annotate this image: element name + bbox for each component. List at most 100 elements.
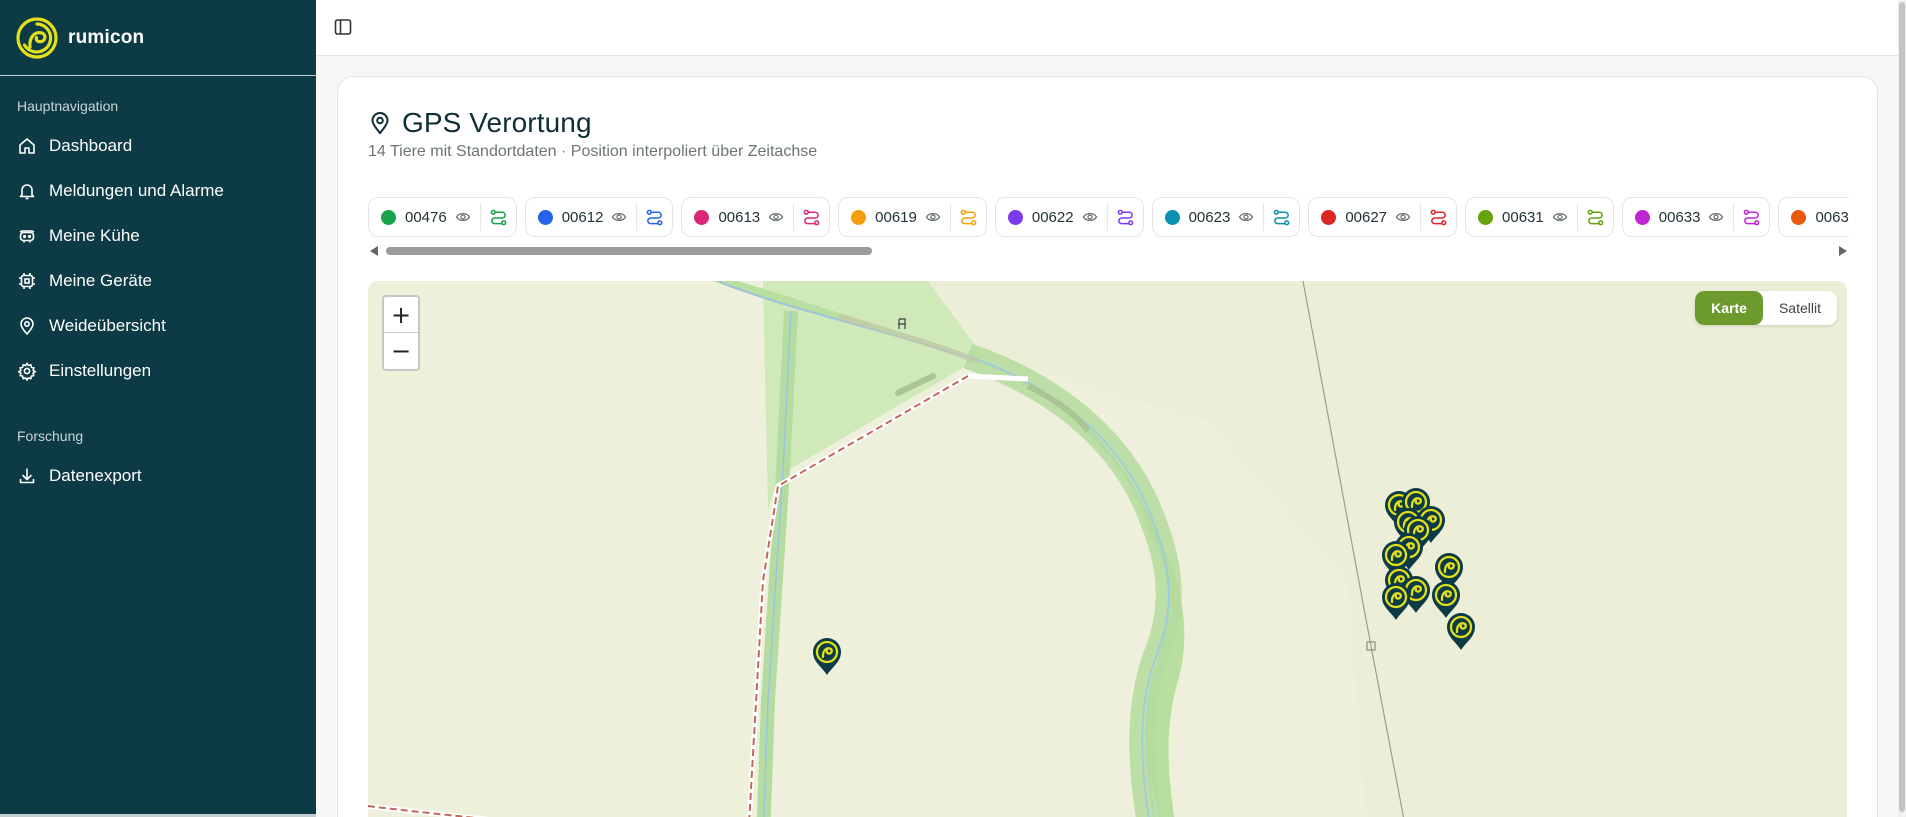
route-icon (1587, 209, 1604, 225)
animal-id-label: 00638 (1815, 208, 1849, 226)
top-bar (316, 0, 1898, 56)
map-tiles: Dahl (368, 281, 1847, 817)
animal-chip[interactable]: 00622 (994, 197, 1144, 237)
animal-chip[interactable]: 00631 (1465, 197, 1614, 237)
nav-item-label: Weideübersicht (49, 315, 166, 335)
map-pin-icon (17, 316, 37, 336)
animal-chip[interactable]: 00633 (1621, 197, 1771, 237)
gps-map[interactable]: Dahl + − Karte Satellit (368, 281, 1847, 817)
nav-item-dashboard[interactable]: Dashboard (0, 123, 316, 168)
scroll-right-arrow[interactable] (1839, 246, 1847, 256)
animal-id-label: 00613 (718, 208, 761, 226)
animal-chip[interactable]: 00476 (368, 197, 517, 237)
route-toggle-button[interactable] (637, 197, 672, 237)
card-header: GPS Verortung 14 Tiere mit Standortdaten… (368, 107, 817, 161)
route-icon (803, 209, 820, 225)
gps-card: GPS Verortung 14 Tiere mit Standortdaten… (337, 76, 1878, 817)
animal-chip[interactable]: 00627 (1308, 197, 1458, 237)
location-pin-icon (371, 112, 389, 135)
marker-pin-icon (1447, 613, 1475, 650)
nav-item-label: Meldungen und Alarme (49, 180, 224, 200)
animal-color-dot (1634, 209, 1650, 225)
animal-color-dot (381, 209, 396, 225)
sidebar-toggle-icon[interactable] (333, 17, 353, 37)
nav-item-label: Dashboard (49, 135, 133, 155)
page-title: GPS Verortung (402, 107, 592, 138)
animal-location-marker[interactable] (811, 636, 843, 676)
nav-item-label: Meine Kühe (49, 225, 140, 245)
animal-color-dot (537, 209, 553, 225)
eye-icon[interactable] (1238, 209, 1254, 225)
nav-item-label: Datenexport (49, 465, 142, 485)
eye-icon[interactable] (1552, 209, 1568, 225)
eye-icon[interactable] (768, 209, 784, 225)
route-toggle-button[interactable] (1734, 197, 1769, 237)
nav-item-data-export[interactable]: Datenexport (0, 453, 316, 498)
route-toggle-button[interactable] (951, 197, 986, 237)
zoom-in-button[interactable]: + (384, 297, 418, 333)
marker-pin-icon (1382, 583, 1410, 620)
animal-id-label: 00619 (875, 208, 917, 226)
scroll-left-arrow[interactable] (370, 246, 378, 256)
home-icon (17, 136, 37, 156)
download-icon (17, 466, 37, 486)
route-icon (1430, 209, 1447, 225)
nav-item-settings[interactable]: Einstellungen (0, 348, 316, 393)
scrollbar-thumb[interactable] (386, 247, 872, 255)
nav-item-cows[interactable]: Meine Kühe (0, 213, 316, 258)
animal-id-label: 00476 (405, 208, 447, 226)
animal-chip-list: 00476 00612 00613 00619 00622 00623 00627 00631… (368, 197, 1849, 237)
route-toggle-button[interactable] (1108, 197, 1143, 237)
layer-satellite-button[interactable]: Satellit (1762, 291, 1837, 325)
map-layer-switch: Karte Satellit (1695, 291, 1837, 325)
layer-map-button[interactable]: Karte (1695, 291, 1763, 325)
zoom-control: + − (382, 295, 420, 371)
animal-chip[interactable]: 00623 (1151, 197, 1301, 237)
route-toggle-button[interactable] (794, 197, 829, 237)
nav-section-label-research: Forschung (17, 428, 84, 444)
bell-icon (17, 181, 37, 201)
animal-chip[interactable]: 00612 (524, 197, 674, 237)
nav-item-devices[interactable]: Meine Geräte (0, 258, 316, 303)
route-icon (1744, 209, 1760, 225)
route-toggle-button[interactable] (1264, 197, 1299, 237)
route-icon (960, 209, 977, 225)
eye-icon[interactable] (1708, 209, 1724, 225)
animal-location-marker[interactable] (1445, 611, 1477, 651)
nav-item-alarms[interactable]: Meldungen und Alarme (0, 168, 316, 213)
scrollbar-track[interactable] (382, 247, 1835, 255)
eye-icon[interactable] (455, 209, 471, 225)
route-toggle-button[interactable] (481, 197, 516, 237)
animal-color-dot (1791, 209, 1807, 225)
route-icon (647, 209, 663, 225)
animal-id-label: 00612 (561, 208, 604, 226)
animal-chip[interactable]: 00619 (838, 197, 987, 237)
page-scrollbar-thumb[interactable] (1899, 2, 1905, 812)
route-toggle-button[interactable] (1578, 197, 1613, 237)
eye-icon[interactable] (925, 209, 941, 225)
chip-list-scrollbar[interactable] (368, 243, 1849, 259)
eye-icon[interactable] (1395, 209, 1411, 225)
animal-id-label: 00622 (1031, 208, 1074, 226)
eye-icon[interactable] (1082, 209, 1098, 225)
animal-color-dot (851, 209, 867, 225)
page-scrollbar[interactable] (1898, 0, 1906, 817)
brand[interactable]: rumicon (0, 0, 316, 76)
animal-id-label: 00633 (1658, 208, 1701, 226)
animal-chip[interactable]: 00638 (1778, 197, 1849, 237)
route-toggle-button[interactable] (1421, 197, 1456, 237)
animal-color-dot (1164, 209, 1180, 225)
route-icon (490, 209, 507, 225)
brand-name: rumicon (68, 26, 145, 48)
gear-icon (17, 361, 37, 381)
marker-pin-icon (813, 638, 841, 675)
animal-id-label: 00631 (1502, 208, 1544, 226)
eye-icon[interactable] (611, 209, 627, 225)
zoom-out-button[interactable]: − (384, 333, 418, 369)
animal-color-dot (1478, 209, 1494, 225)
animal-chip[interactable]: 00613 (681, 197, 831, 237)
animal-location-marker[interactable] (1380, 581, 1412, 621)
page-subtitle: 14 Tiere mit Standortdaten · Position in… (368, 143, 818, 160)
nav-item-label: Einstellungen (49, 360, 152, 380)
nav-item-pasture[interactable]: Weideübersicht (0, 303, 316, 348)
